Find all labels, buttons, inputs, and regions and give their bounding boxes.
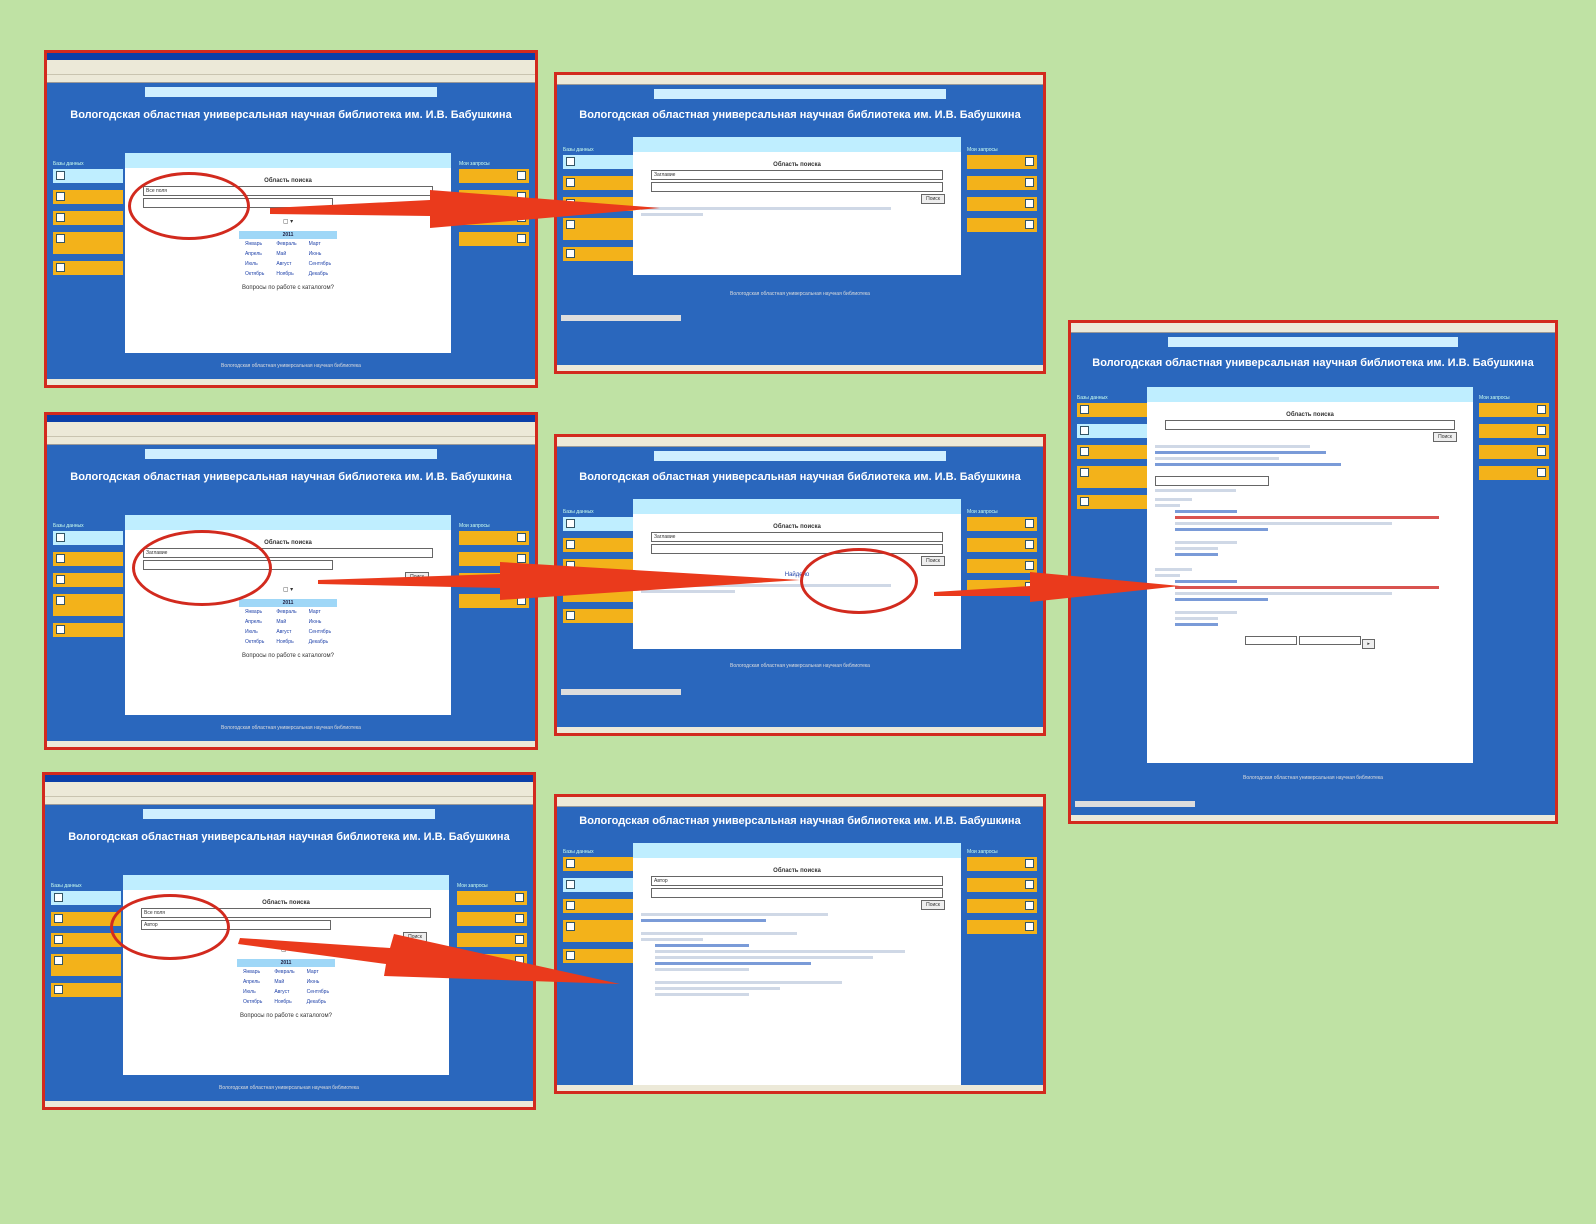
flow-arrows	[238, 190, 1180, 984]
flow-arrow-1	[270, 190, 660, 228]
flow-arrow-2	[318, 562, 800, 600]
flow-arrow-4	[238, 934, 620, 984]
flow-arrow-3	[934, 572, 1180, 602]
